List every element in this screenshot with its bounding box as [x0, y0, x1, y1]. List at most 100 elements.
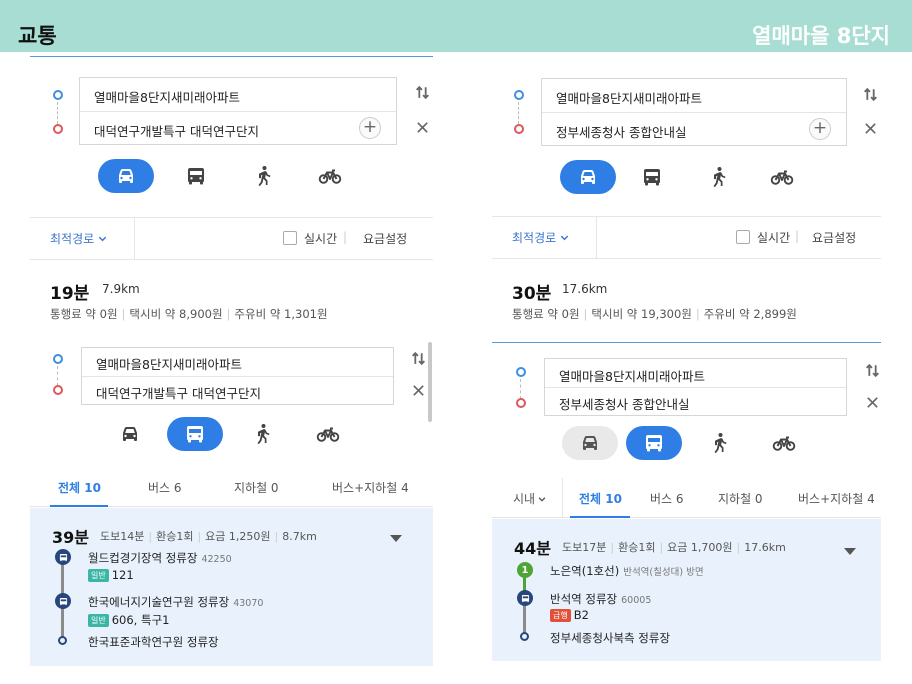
tab-bus-subway[interactable]: 버스+지하철 4	[332, 479, 409, 496]
bus-number: 606, 특구1	[111, 613, 170, 627]
step-3-stop: 한국표준과학연구원 정류장	[88, 635, 219, 649]
bicycle-icon	[316, 164, 344, 188]
bicycle-icon	[314, 422, 342, 446]
car-icon	[578, 431, 602, 455]
origin-field[interactable]: 열매마을8단지새미래아파트	[559, 366, 705, 385]
bus-mode-button[interactable]	[624, 160, 680, 194]
bike-mode-button[interactable]	[302, 159, 358, 193]
origin-marker-icon	[516, 367, 526, 377]
destination-field[interactable]: 정부세종청사 종합안내실	[556, 122, 686, 141]
route-connector	[57, 102, 58, 124]
tab-bus[interactable]: 버스 6	[650, 490, 684, 507]
fare-settings-link[interactable]: 요금설정	[812, 229, 856, 246]
close-icon[interactable]	[411, 383, 426, 398]
destination-marker-icon	[516, 398, 526, 408]
tab-subway[interactable]: 지하철 0	[718, 490, 763, 507]
options-pipe: |	[795, 229, 800, 243]
chevron-down-icon	[537, 494, 547, 504]
realtime-checkbox[interactable]	[283, 231, 297, 245]
origin-marker-icon	[53, 90, 63, 100]
transit-route-search: 열매마을8단지새미래아파트 정부세종청사 종합안내실	[492, 346, 881, 476]
sort-dropdown[interactable]: 최적경로	[50, 230, 108, 247]
step-2-bus: 일반 606, 특구1	[88, 612, 169, 628]
route-options-bar: 최적경로 실시간 | 요금설정	[30, 217, 433, 259]
region-filter-label: 시내	[513, 492, 536, 506]
region-filter-dropdown[interactable]: 시내	[513, 490, 547, 507]
step-2-stop: 반석역 정류장 60005	[550, 591, 651, 607]
walk-time: 도보14분	[100, 530, 145, 543]
bus-icon	[184, 164, 208, 188]
close-icon[interactable]	[865, 395, 880, 410]
options-pipe: |	[343, 230, 348, 244]
tab-all[interactable]: 전체 10	[579, 490, 622, 507]
bus-stop-icon	[517, 590, 533, 606]
destination-field[interactable]: 대덕연구개발특구 대덕연구단지	[94, 121, 259, 140]
origin-field[interactable]: 열매마을8단지새미래아파트	[556, 88, 702, 107]
fuel-cost: 주유비 약 2,899원	[703, 307, 797, 321]
route-input-box: 열매마을8단지새미래아파트 정부세종청사 종합안내실	[544, 358, 847, 416]
step-2-stop: 한국에너지기술연구원 정류장 43070	[88, 594, 263, 610]
route-travel-time: 44분	[514, 539, 551, 558]
tab-bus-subway[interactable]: 버스+지하철 4	[798, 490, 875, 507]
add-waypoint-button[interactable]: +	[809, 118, 831, 140]
origin-field[interactable]: 열매마을8단지새미래아파트	[96, 354, 242, 373]
toll-fee: 통행료 약 0원	[50, 307, 118, 321]
car-mode-button[interactable]	[102, 417, 158, 451]
fare-settings-link[interactable]: 요금설정	[363, 230, 407, 247]
car-route-summary[interactable]: 19분 7.9km 통행료 약 0원 | 택시비 약 8,900원 | 주유비 약 1,…	[30, 260, 433, 330]
walk-icon	[707, 431, 731, 455]
walk-mode-button[interactable]	[234, 417, 290, 451]
car-mode-button[interactable]	[562, 426, 618, 460]
bike-mode-button[interactable]	[300, 417, 356, 451]
bus-mode-button[interactable]	[626, 426, 682, 460]
expand-caret-icon[interactable]	[844, 548, 856, 555]
car-route-search: 열매마을8단지새미래아파트 정부세종청사 종합안내실 +	[492, 56, 881, 216]
tab-subway[interactable]: 지하철 0	[234, 479, 279, 496]
bus-mode-button[interactable]	[167, 417, 223, 451]
route-distance: 8.7km	[282, 530, 317, 543]
origin-field[interactable]: 열매마을8단지새미래아파트	[94, 87, 240, 106]
scrollbar-thumb[interactable]	[428, 342, 432, 422]
transit-route-card[interactable]: 39분 도보14분 | 환승1회 | 요금 1,250원 | 8.7km 월드컵경기장역 정…	[30, 508, 433, 666]
tab-all[interactable]: 전체 10	[58, 479, 101, 496]
realtime-checkbox[interactable]	[736, 230, 750, 244]
route-fare: 요금 1,250원	[205, 530, 271, 543]
walk-mode-button[interactable]	[691, 426, 747, 460]
swap-arrows-icon[interactable]	[862, 86, 879, 103]
stop-code: 43070	[233, 598, 264, 609]
active-tab-underline	[570, 516, 630, 518]
swap-arrows-icon[interactable]	[864, 362, 881, 379]
close-icon[interactable]	[863, 121, 878, 136]
car-route-summary[interactable]: 30분 17.6km 통행료 약 0원 | 택시비 약 19,300원 | 주유비 약 …	[492, 259, 881, 329]
transit-route-card[interactable]: 44분 도보17분 | 환승1회 | 요금 1,700원 | 17.6km 1 노은역(1호…	[492, 519, 881, 661]
bike-mode-button[interactable]	[756, 426, 812, 460]
taxi-fare: 택시비 약 8,900원	[129, 307, 223, 321]
tabs-divider	[562, 478, 563, 518]
step-2-bus: 급행 B2	[550, 608, 589, 622]
taxi-fare: 택시비 약 19,300원	[591, 307, 692, 321]
car-mode-button[interactable]	[98, 159, 154, 193]
close-icon[interactable]	[415, 120, 430, 135]
end-stop-icon	[520, 632, 529, 641]
car-route-search: 열매마을8단지새미래아파트 대덕연구개발특구 대덕연구단지 +	[30, 57, 433, 217]
bus-mode-button[interactable]	[168, 159, 224, 193]
walk-icon	[250, 422, 274, 446]
walk-mode-button[interactable]	[235, 159, 291, 193]
expand-caret-icon[interactable]	[390, 535, 402, 542]
sort-dropdown[interactable]: 최적경로	[512, 229, 570, 246]
car-mode-button[interactable]	[560, 160, 616, 194]
field-divider	[82, 376, 393, 377]
chevron-down-icon	[559, 232, 570, 243]
bus-stop-icon	[55, 549, 71, 565]
bike-mode-button[interactable]	[754, 160, 810, 194]
tab-bus[interactable]: 버스 6	[148, 479, 182, 496]
add-waypoint-button[interactable]: +	[359, 117, 381, 139]
pipe-separator: |	[121, 307, 126, 321]
swap-arrows-icon[interactable]	[414, 84, 431, 101]
pipe-separator: |	[659, 541, 664, 554]
walk-icon	[251, 164, 275, 188]
swap-arrows-icon[interactable]	[410, 350, 427, 367]
destination-field[interactable]: 대덕연구개발특구 대덕연구단지	[96, 383, 261, 402]
walk-mode-button[interactable]	[690, 160, 746, 194]
destination-field[interactable]: 정부세종청사 종합안내실	[559, 394, 689, 413]
